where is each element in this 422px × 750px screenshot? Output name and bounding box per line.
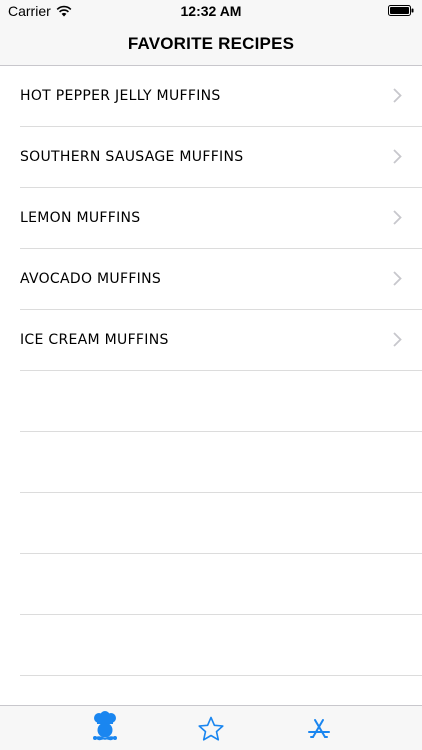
chef-icon bbox=[93, 710, 117, 740]
tab-recipes[interactable] bbox=[70, 706, 140, 750]
chevron-right-icon bbox=[393, 210, 402, 225]
chevron-right-icon bbox=[393, 88, 402, 103]
status-bar: Carrier 12:32 AM bbox=[0, 0, 422, 22]
tab-favorites[interactable] bbox=[176, 706, 246, 750]
recipe-row[interactable]: SOUTHERN SAUSAGE MUFFINS bbox=[0, 127, 422, 188]
status-time: 12:32 AM bbox=[180, 3, 242, 19]
empty-row bbox=[0, 615, 422, 676]
chevron-right-icon bbox=[393, 149, 402, 164]
recipe-label: HOT PEPPER JELLY MUFFINS bbox=[20, 88, 221, 104]
recipe-row[interactable]: LEMON MUFFINS bbox=[0, 188, 422, 249]
empty-row bbox=[0, 554, 422, 615]
recipe-label: SOUTHERN SAUSAGE MUFFINS bbox=[20, 149, 244, 165]
chevron-right-icon bbox=[393, 332, 402, 347]
recipe-list[interactable]: HOT PEPPER JELLY MUFFINS SOUTHERN SAUSAG… bbox=[0, 66, 422, 705]
battery-icon bbox=[388, 5, 414, 16]
recipe-label: LEMON MUFFINS bbox=[20, 210, 141, 226]
empty-row bbox=[0, 371, 422, 432]
empty-row bbox=[0, 493, 422, 554]
recipe-label: ICE CREAM MUFFINS bbox=[20, 332, 169, 348]
recipe-row[interactable]: AVOCADO MUFFINS bbox=[0, 249, 422, 310]
chevron-right-icon bbox=[393, 271, 402, 286]
recipe-label: AVOCADO MUFFINS bbox=[20, 271, 162, 287]
recipe-row[interactable]: HOT PEPPER JELLY MUFFINS bbox=[0, 66, 422, 127]
tab-app-store[interactable] bbox=[284, 706, 354, 750]
page-title: FAVORITE RECIPES bbox=[127, 34, 295, 53]
navigation-bar: FAVORITE RECIPES bbox=[0, 22, 422, 66]
star-icon bbox=[198, 716, 224, 741]
empty-row bbox=[0, 432, 422, 493]
app-store-icon bbox=[308, 718, 330, 738]
tab-bar bbox=[0, 705, 422, 750]
recipe-row[interactable]: ICE CREAM MUFFINS bbox=[0, 310, 422, 371]
